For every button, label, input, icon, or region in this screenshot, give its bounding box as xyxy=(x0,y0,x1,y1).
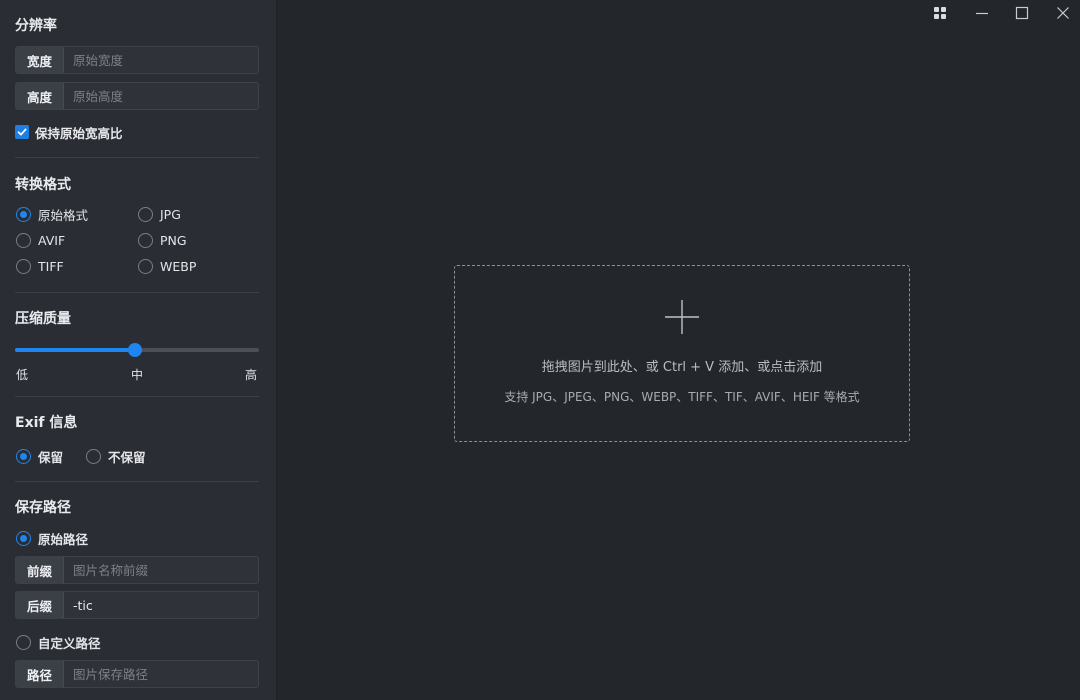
suffix-label: 后缀 xyxy=(16,592,64,618)
exif-option-label: 保留 xyxy=(38,449,64,465)
height-input[interactable] xyxy=(64,83,258,109)
radio-selected-icon xyxy=(16,448,31,464)
radio-unselected-icon xyxy=(16,634,31,650)
divider xyxy=(15,292,259,293)
save-path-radio-custom[interactable]: 自定义路径 xyxy=(16,634,101,651)
exif-radio-keep[interactable]: 保留 xyxy=(16,448,64,465)
exif-title: Exif 信息 xyxy=(15,415,78,431)
exif-radio-discard[interactable]: 不保留 xyxy=(86,448,146,465)
minimize-button[interactable] xyxy=(971,4,993,22)
format-option-label: TIFF xyxy=(38,258,64,274)
save-path-radio-original[interactable]: 原始路径 xyxy=(16,530,89,547)
format-radio-jpg[interactable]: JPG xyxy=(138,206,181,222)
close-button[interactable] xyxy=(1052,4,1074,22)
divider xyxy=(15,481,259,482)
height-label: 高度 xyxy=(16,83,64,109)
radio-unselected-icon xyxy=(138,258,153,274)
suffix-field: 后缀 xyxy=(15,591,259,619)
path-label: 路径 xyxy=(16,661,64,687)
path-input[interactable] xyxy=(64,661,258,687)
radio-unselected-icon xyxy=(138,206,153,222)
width-input[interactable] xyxy=(64,47,258,73)
divider xyxy=(15,157,259,158)
radio-selected-icon xyxy=(16,206,31,222)
prefix-input[interactable] xyxy=(64,557,258,583)
height-field: 高度 xyxy=(15,82,259,110)
grid-menu-button[interactable] xyxy=(929,4,951,22)
radio-selected-icon xyxy=(16,530,31,546)
quality-mark-mid: 中 xyxy=(131,368,144,382)
drop-zone-hint: 拖拽图片到此处、或 Ctrl + V 添加、或点击添加 xyxy=(541,360,823,375)
width-field: 宽度 xyxy=(15,46,259,74)
save-path-option-label: 自定义路径 xyxy=(38,635,101,651)
save-path-option-label: 原始路径 xyxy=(38,531,89,547)
radio-unselected-icon xyxy=(138,232,153,248)
format-radio-tiff[interactable]: TIFF xyxy=(16,258,64,274)
maximize-icon xyxy=(1015,6,1029,20)
format-option-label: JPG xyxy=(160,206,181,222)
format-title: 转换格式 xyxy=(15,177,71,193)
format-radio-original[interactable]: 原始格式 xyxy=(16,206,89,223)
keep-ratio-checkbox[interactable]: 保持原始宽高比 xyxy=(15,124,123,141)
grid-icon xyxy=(934,7,946,19)
plus-icon xyxy=(665,300,699,334)
divider xyxy=(15,396,259,397)
radio-unselected-icon xyxy=(86,448,101,464)
quality-title: 压缩质量 xyxy=(15,311,71,327)
format-option-label: AVIF xyxy=(38,232,66,248)
format-option-label: PNG xyxy=(160,232,187,248)
minimize-icon xyxy=(976,12,988,15)
format-radio-png[interactable]: PNG xyxy=(138,232,187,248)
radio-unselected-icon xyxy=(16,232,31,248)
format-radio-webp[interactable]: WEBP xyxy=(138,258,196,274)
path-field: 路径 xyxy=(15,660,259,688)
width-label: 宽度 xyxy=(16,47,64,73)
prefix-field: 前缀 xyxy=(15,556,259,584)
save-path-title: 保存路径 xyxy=(15,500,71,516)
maximize-button[interactable] xyxy=(1011,4,1033,22)
resolution-title: 分辨率 xyxy=(15,18,57,34)
radio-unselected-icon xyxy=(16,258,31,274)
close-icon xyxy=(1057,7,1069,19)
slider-fill xyxy=(15,348,135,352)
slider-thumb[interactable] xyxy=(128,343,142,357)
exif-option-label: 不保留 xyxy=(108,449,146,465)
quality-slider[interactable] xyxy=(15,343,259,357)
format-radio-avif[interactable]: AVIF xyxy=(16,232,65,248)
quality-mark-high: 高 xyxy=(245,368,258,382)
checkbox-checked-icon xyxy=(15,125,29,139)
settings-sidebar: 分辨率 宽度 高度 保持原始宽高比 转换格式 原始格式 JPG AVIF PNG… xyxy=(0,0,277,700)
suffix-input[interactable] xyxy=(64,592,258,618)
image-drop-zone[interactable]: 拖拽图片到此处、或 Ctrl + V 添加、或点击添加 支持 JPG、JPEG、… xyxy=(454,265,910,442)
prefix-label: 前缀 xyxy=(16,557,64,583)
supported-formats-text: 支持 JPG、JPEG、PNG、WEBP、TIFF、TIF、AVIF、HEIF … xyxy=(504,390,860,404)
format-option-label: WEBP xyxy=(160,258,197,274)
keep-ratio-label: 保持原始宽高比 xyxy=(35,125,123,141)
quality-mark-low: 低 xyxy=(16,368,29,382)
format-option-label: 原始格式 xyxy=(38,207,89,223)
